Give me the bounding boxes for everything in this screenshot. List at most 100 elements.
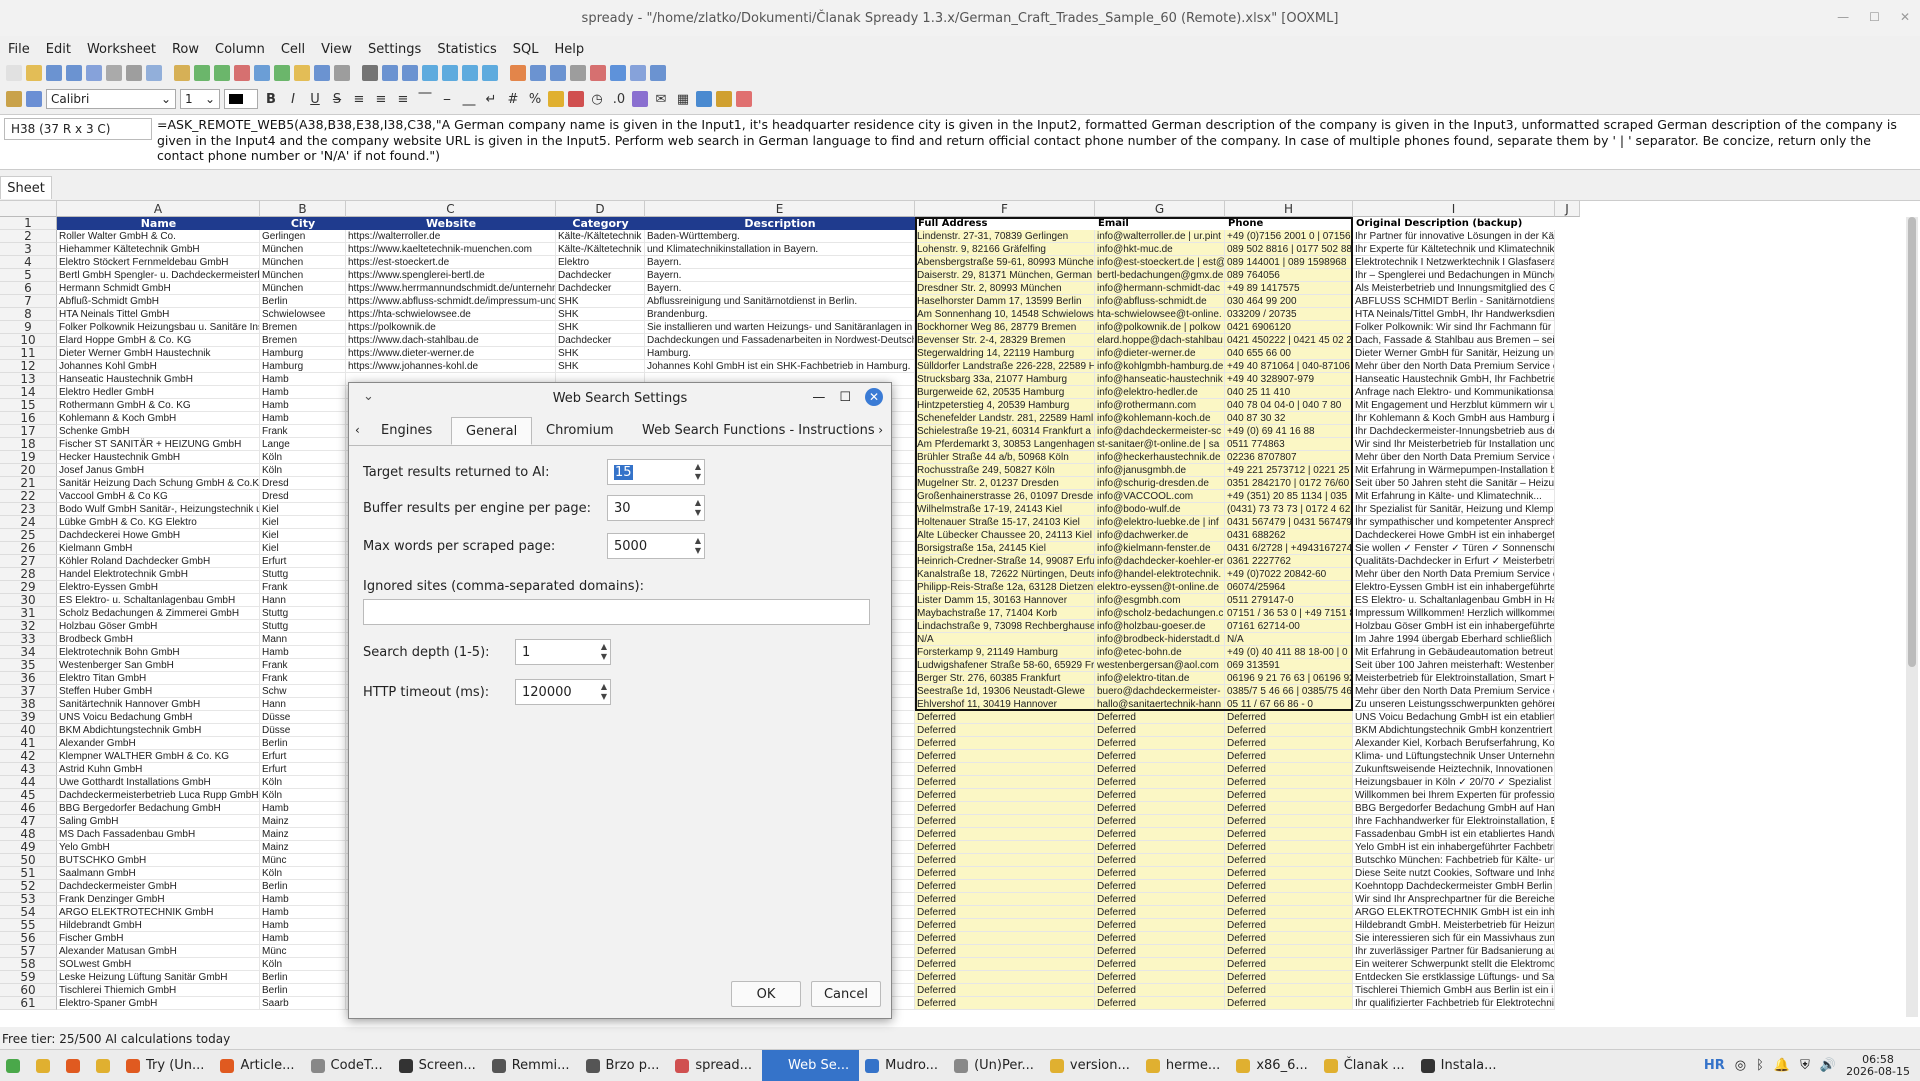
copy-icon[interactable]	[86, 65, 102, 81]
table-cell[interactable]: Entdecken Sie erstklassige Lüftungs- und…	[1353, 971, 1555, 984]
table-cell[interactable]: ABFLUSS SCHMIDT Berlin - Sanitärnotdiens…	[1353, 295, 1555, 308]
table-cell[interactable]: Dieter Werner GmbH Haustechnik	[57, 347, 260, 360]
table-cell[interactable]: 0385/7 5 46 66 | 0385/75 46	[1225, 685, 1353, 698]
table-cell[interactable]: 06074/25964	[1225, 581, 1353, 594]
table-cell[interactable]: Deferred	[915, 802, 1095, 815]
table-cell[interactable]: Kiel	[260, 516, 346, 529]
table-cell[interactable]: Hanseatic Haustechnik GmbH, Ihr Fachbetr…	[1353, 373, 1555, 386]
table-cell[interactable]: Sie installieren und warten Heizungs- un…	[645, 321, 915, 334]
table-cell[interactable]: Kohlemann & Koch GmbH	[57, 412, 260, 425]
table-cell[interactable]: https://walterroller.de	[346, 230, 556, 243]
menu-edit[interactable]: Edit	[38, 42, 79, 57]
cut-tool-icon[interactable]	[590, 65, 606, 81]
currency-icon[interactable]	[548, 91, 564, 107]
cancel-button[interactable]: Cancel	[811, 981, 881, 1007]
column-header-b[interactable]: B	[260, 201, 346, 217]
wrap-icon[interactable]: ↵	[482, 92, 500, 107]
table-cell[interactable]: 030 464 99 200	[1225, 295, 1353, 308]
table-cell[interactable]: Ein weiterer Schwerpunkt stellt die Elek…	[1353, 958, 1555, 971]
table-cell[interactable]: Deferred	[1225, 841, 1353, 854]
table-cell[interactable]: 089 144001 | 089 1598968	[1225, 256, 1353, 269]
table-cell[interactable]: info@hanseatic-haustechnik	[1095, 373, 1225, 386]
table-cell[interactable]: Willkommen bei Ihrem Experten für profes…	[1353, 789, 1555, 802]
table-cell[interactable]: Burgerweide 62, 20535 Hamburg	[915, 386, 1095, 399]
table-cell[interactable]: Elektrotechnik Bohn GmbH	[57, 646, 260, 659]
scrollbar-thumb[interactable]	[1908, 217, 1916, 667]
table-cell[interactable]: Dresdner Str. 2, 80993 München	[915, 282, 1095, 295]
table-cell[interactable]: Düsse	[260, 711, 346, 724]
table-cell[interactable]: Hanseatic Haustechnik GmbH	[57, 373, 260, 386]
table-cell[interactable]: Deferred	[915, 776, 1095, 789]
table-cell[interactable]: Berlin	[260, 880, 346, 893]
table-cell[interactable]: +49 89 1417575	[1225, 282, 1353, 295]
table-cell[interactable]: info@janusgmbh.de	[1095, 464, 1225, 477]
table-cell[interactable]: info@hermann-schmidt-dac	[1095, 282, 1225, 295]
table-cell[interactable]: Hamb	[260, 893, 346, 906]
table-cell[interactable]: 089 764056	[1225, 269, 1353, 282]
align-right-icon[interactable]: ≡	[394, 92, 412, 107]
table-cell[interactable]: Mainz	[260, 828, 346, 841]
table-cell[interactable]: Mit Erfahrung in Wärmepumpen-Installatio…	[1353, 464, 1555, 477]
time-icon[interactable]: ◷	[588, 92, 606, 107]
table-cell[interactable]: Gerlingen	[260, 230, 346, 243]
table-cell[interactable]: 0351 2842170 | 0172 76/60	[1225, 477, 1353, 490]
table-cell[interactable]: Kiel	[260, 503, 346, 516]
table-cell[interactable]: Lübke GmbH & Co. KG Elektro	[57, 516, 260, 529]
table-cell[interactable]: HTA Neinals Tittel GmbH	[57, 308, 260, 321]
mail-icon[interactable]: ✉	[652, 92, 670, 107]
table-cell[interactable]: Hamburg.	[645, 347, 915, 360]
chart-icon[interactable]	[314, 65, 330, 81]
undo-icon[interactable]	[422, 65, 438, 81]
table-cell[interactable]: Als Meisterbetrieb und Innungsmitglied d…	[1353, 282, 1555, 295]
table-cell[interactable]: München	[260, 269, 346, 282]
table-cell[interactable]: Kälte-/Kältetechnik	[556, 243, 645, 256]
table-cell[interactable]: Deferred	[915, 867, 1095, 880]
maximize-icon[interactable]: ☐	[1869, 10, 1880, 24]
table-cell[interactable]: 07151 / 36 53 0 | +49 7151 8	[1225, 607, 1353, 620]
table-cell[interactable]: ARGO ELEKTROTECHNIK GmbH ist ein inhaber…	[1353, 906, 1555, 919]
strikethrough-icon[interactable]: S	[328, 92, 346, 107]
table-cell[interactable]: Deferred	[915, 906, 1095, 919]
table-cell[interactable]: MS Dach Fassadenbau GmbH	[57, 828, 260, 841]
table-cell[interactable]: Hecker Haustechnik GmbH	[57, 451, 260, 464]
table-cell[interactable]: UNS Voicu Bedachung GmbH ist ein etablie…	[1353, 711, 1555, 724]
table-cell[interactable]: info@esgmbh.com	[1095, 594, 1225, 607]
table-cell[interactable]: Hamb	[260, 932, 346, 945]
table-cell[interactable]: Deferred	[1225, 932, 1353, 945]
volume-icon[interactable]: 🔊	[1820, 1058, 1836, 1073]
align-left-icon[interactable]: ≡	[350, 92, 368, 107]
files2-button[interactable]	[90, 1050, 120, 1081]
table-cell[interactable]: Deferred	[1095, 932, 1225, 945]
table-cell[interactable]: info@polkownik.de | polkow	[1095, 321, 1225, 334]
insert-row-icon[interactable]	[194, 65, 210, 81]
dialog-minimize-icon[interactable]: —	[812, 390, 825, 405]
table-cell[interactable]: Schielestraße 19-21, 60314 Frankfurt a	[915, 425, 1095, 438]
table-cell[interactable]: Mainz	[260, 815, 346, 828]
table-cell[interactable]: Berger Str. 276, 60385 Frankfurt	[915, 672, 1095, 685]
table-cell[interactable]: Leske Heizung Lüftung Sanitär GmbH	[57, 971, 260, 984]
table-cell[interactable]: Saalmann GmbH	[57, 867, 260, 880]
select-all-corner[interactable]	[0, 201, 57, 217]
table-cell[interactable]: Hildebrandt GmbH	[57, 919, 260, 932]
menu-worksheet[interactable]: Worksheet	[79, 42, 164, 57]
column-header-i[interactable]: I	[1353, 201, 1555, 217]
table-cell[interactable]: info@scholz-bedachungen.c	[1095, 607, 1225, 620]
table-cell[interactable]: Köln	[260, 464, 346, 477]
table-cell[interactable]: info@kielmann-fenster.de	[1095, 542, 1225, 555]
table-cell[interactable]: Maybachstraße 17, 71404 Korb	[915, 607, 1095, 620]
table-cell[interactable]: München	[260, 243, 346, 256]
table-cell[interactable]: Bertl GmbH Spengler- u. Dachdeckermeiste…	[57, 269, 260, 282]
table-cell[interactable]: info@etec-bohn.de	[1095, 646, 1225, 659]
table-cell[interactable]: Koehntopp Dachdeckermeister GmbH Berlin …	[1353, 880, 1555, 893]
table-cell[interactable]: info@schurig-dresden.de	[1095, 477, 1225, 490]
table-cell[interactable]: Dachdeckermeisterbetrieb Luca Rupp GmbH	[57, 789, 260, 802]
tab-engines[interactable]: Engines	[381, 417, 432, 445]
cut-icon[interactable]	[106, 65, 122, 81]
clone-icon[interactable]	[530, 65, 546, 81]
refresh-icon[interactable]	[382, 65, 398, 81]
spin-arrows-icon[interactable]: ▲ ▼	[598, 642, 610, 662]
dialog-close-icon[interactable]: ✕	[865, 388, 883, 406]
table-cell[interactable]: Mit Engagement und Herzblut kümmern wir …	[1353, 399, 1555, 412]
table-cell[interactable]: 0511 774863	[1225, 438, 1353, 451]
taskbar-item[interactable]: Brzo p...	[580, 1050, 670, 1081]
